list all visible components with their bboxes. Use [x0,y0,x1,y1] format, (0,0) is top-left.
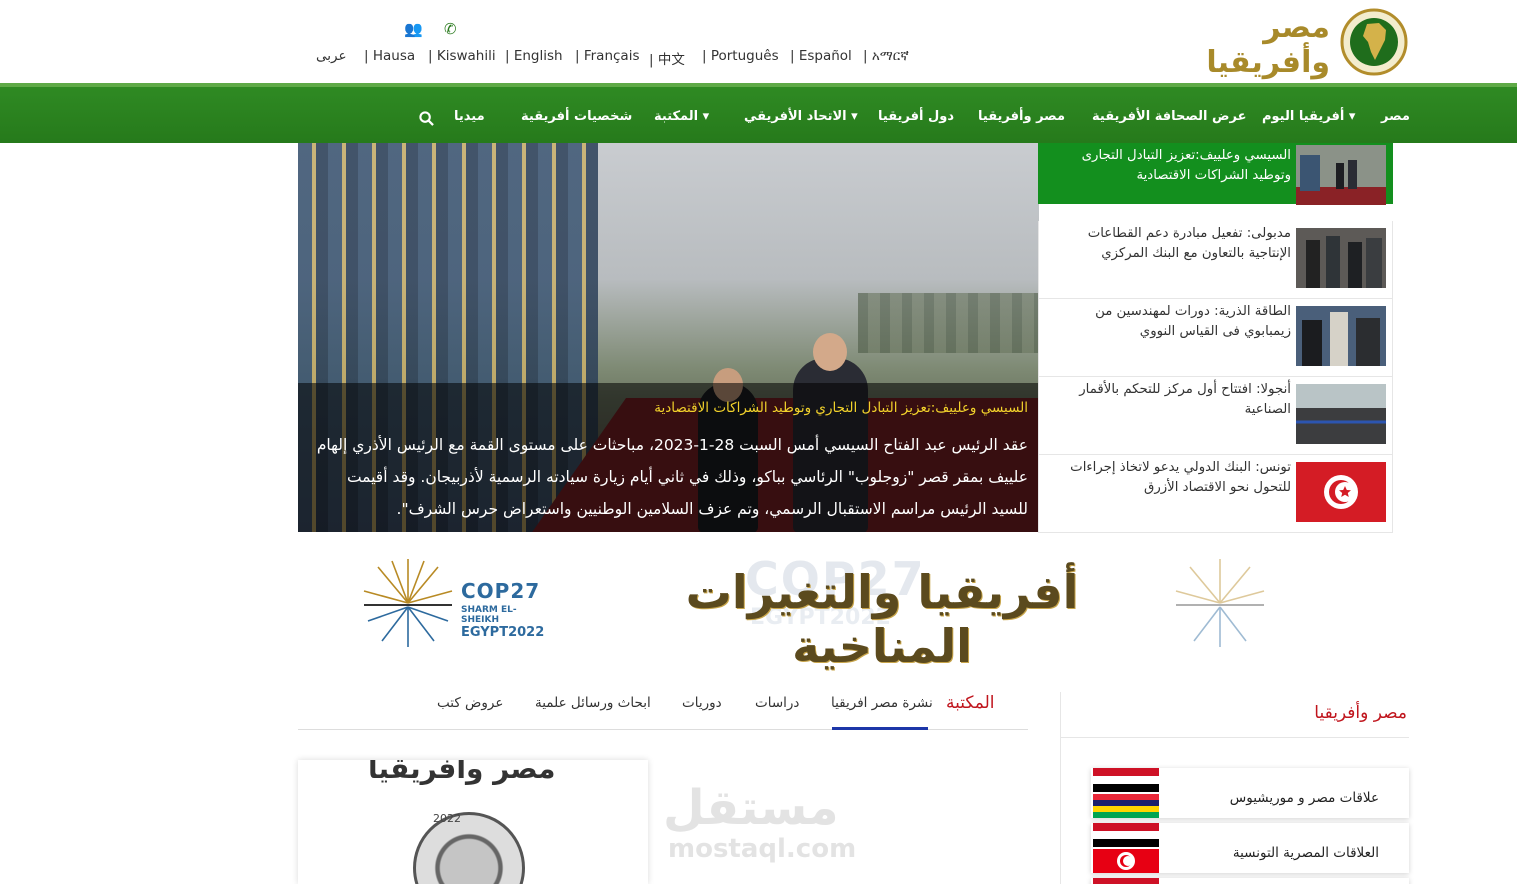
lang-chinese[interactable]: | 中文 [649,48,685,68]
egypt-africa-section: مصر وأفريقيا علاقات مصر و موريشيوس العلا… [1060,692,1409,884]
bulletin-year: 2022 [433,812,461,825]
phone-icon[interactable]: ✆ [444,20,457,38]
site-header: مصر وأفريقيا 👥 ✆ عربى | Hausa | Kiswahil… [0,0,1517,83]
cop27-sun-icon [363,559,453,647]
nav-item-egypt-africa[interactable]: مصر وأفريقيا [978,109,1065,124]
hero-text: عقد الرئيس عبد الفتاح السيسي أمس السبت 2… [316,436,1028,518]
bulletin-cover-title: مصر وأفريقيا [368,760,556,785]
section-header: مصر وأفريقيا [1061,692,1409,738]
news-text: تونس: البنك الدولي يدعو لاتخاذ إجراءات ل… [1070,460,1291,495]
lang-french[interactable]: | Français [575,48,639,64]
nav-item-egypt[interactable]: مصر [1381,109,1410,124]
news-item[interactable]: السيسي وعلييف:تعزيز التبادل التجارى وتوط… [1038,143,1393,205]
news-thumbnail [1296,228,1386,288]
nav-item-africa-today[interactable]: ▾ أفريقيا اليوم [1262,109,1355,124]
tab-studies[interactable]: دراسات [755,695,799,711]
lang-spanish[interactable]: | Español [790,48,852,64]
lang-portuguese[interactable]: | Português [702,48,779,64]
lang-english[interactable]: | English [505,48,563,64]
bulletin-emblem [413,812,525,884]
relations-item-label: العلاقات المصرية التونسية [1232,845,1379,861]
news-thumbnail [1296,384,1386,444]
cop27-logo: COP27 SHARM EL-SHEIKH EGYPT2022 [461,579,545,640]
users-icon[interactable]: 👥 [404,20,423,38]
active-tab-indicator [832,727,928,730]
mostaql-watermark-url: mostaql.com [668,834,857,864]
relations-item-label: علاقات مصر و موريشيوس [1229,790,1379,806]
climate-banner-title: أفريقيا والتغيرات المناخية [685,565,1079,673]
tab-book-reviews[interactable]: عروض كتب [437,695,503,711]
section-title: مصر وأفريقيا [1314,703,1407,723]
news-thumbnail [1296,145,1386,205]
mostaql-watermark: مستقل [663,780,839,836]
search-icon[interactable] [419,111,434,126]
tab-research[interactable]: ابحاث ورسائل علمية [535,695,651,711]
nav-item-media[interactable]: ميديا [454,109,485,124]
chevron-down-icon: ▾ [702,109,710,124]
lang-arabic[interactable]: عربى [316,48,347,64]
news-text: السيسي وعلييف:تعزيز التبادل التجارى وتوط… [1081,148,1291,183]
news-thumbnail [1296,306,1386,366]
tab-egypt-africa-bulletin[interactable]: نشرة مصر افريقيا [831,695,933,711]
lang-amharic[interactable]: | አማርኛ [863,48,909,64]
egypt-tunisia-flags [1093,823,1159,873]
lang-kiswahili[interactable]: | Kiswahili [428,48,496,64]
president-head [813,333,847,371]
tab-periodicals[interactable]: دوريات [682,695,722,711]
relations-item[interactable] [1091,878,1409,884]
cop27-sun-icon [1175,559,1265,647]
egypt-mauritius-flags [1093,768,1159,818]
news-item[interactable]: الطاقة الذرية: دورات لمهندسين من زيمبابو… [1038,299,1393,377]
nav-item-library[interactable]: ▾ المكتبة [654,109,709,124]
nav-item-african-figures[interactable]: شخصيات أفريقية [521,109,632,124]
news-item[interactable]: مدبولى: تفعيل مبادرة دعم القطاعات الإنتا… [1038,221,1393,299]
library-title: المكتبة [946,693,995,713]
relations-item[interactable]: علاقات مصر و موريشيوس [1091,768,1409,818]
news-text: أنجولا: افتتاح أول مركز للتحكم بالأقمار … [1079,382,1291,417]
lang-hausa[interactable]: | Hausa [364,48,415,64]
hero-slider[interactable]: السيسي وعلييف:تعزيز التبادل التجاري وتوط… [298,143,1039,532]
egypt-flag [1093,878,1159,884]
news-text: الطاقة الذرية: دورات لمهندسين من زيمبابو… [1095,304,1291,339]
tunisia-flag-thumbnail [1296,462,1386,522]
background-trees [858,293,1039,353]
library-tabs: المكتبة نشرة مصر افريقيا دراسات دوريات ا… [298,690,1028,730]
hero-title[interactable]: السيسي وعلييف:تعزيز التبادل التجاري وتوط… [654,400,1028,416]
bulletin-card[interactable]: مصر وأفريقيا 2022 [298,760,648,884]
relations-item[interactable]: العلاقات المصرية التونسية [1091,823,1409,873]
chevron-down-icon: ▾ [1348,109,1356,124]
news-text: مدبولى: تفعيل مبادرة دعم القطاعات الإنتا… [1087,226,1291,261]
main-nav: مصر ▾ أفريقيا اليوم عرض الصحافة الأفريقي… [0,83,1517,143]
site-logo-text[interactable]: مصر وأفريقيا [1160,10,1330,80]
news-item[interactable]: أنجولا: افتتاح أول مركز للتحكم بالأقمار … [1038,377,1393,455]
news-item[interactable]: تونس: البنك الدولي يدعو لاتخاذ إجراءات ل… [1038,455,1393,533]
chevron-down-icon: ▾ [851,109,858,124]
contact-icons: 👥 ✆ [402,20,462,40]
nav-item-press-review[interactable]: عرض الصحافة الأفريقية [1092,109,1246,124]
nav-item-african-countries[interactable]: دول أفريقيا [878,109,954,124]
nav-item-african-union[interactable]: ▾ الاتحاد الأفريقي [744,109,858,124]
africa-emblem-logo[interactable] [1339,8,1409,76]
